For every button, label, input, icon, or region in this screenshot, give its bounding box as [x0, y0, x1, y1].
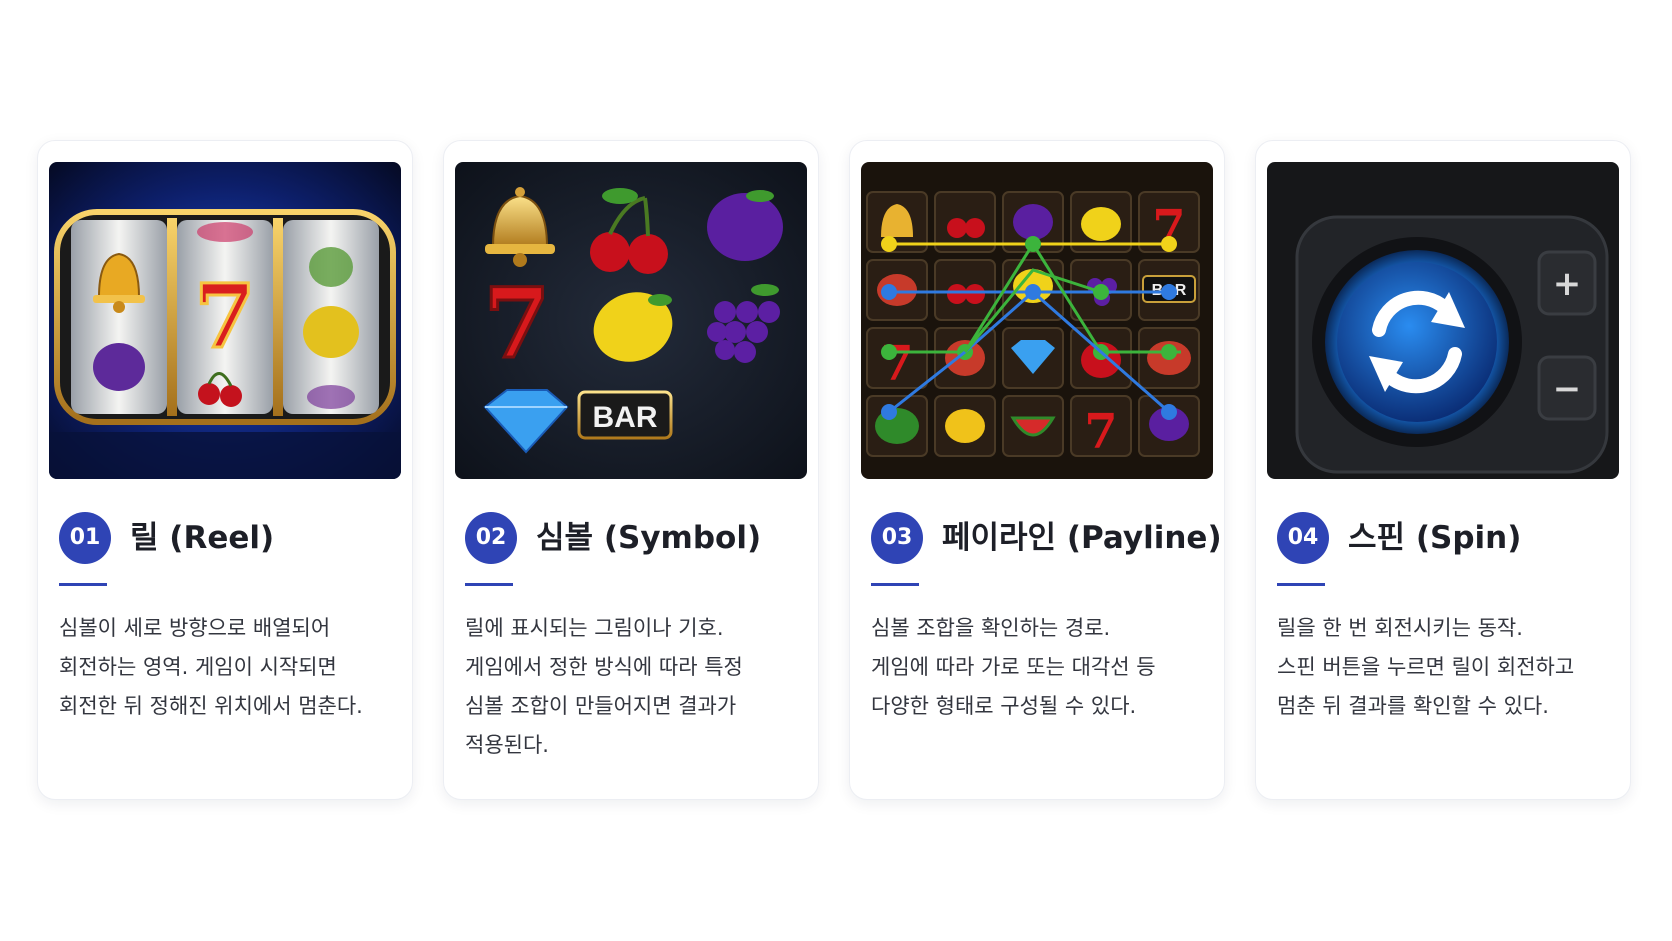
step-number-badge: 02 [465, 512, 517, 564]
description-line: 다양한 형태로 구성될 수 있다. [871, 694, 1137, 718]
payline-illustration: 7 BAR 7 7 [861, 162, 1213, 479]
bar-icon: BAR [577, 390, 673, 440]
card-description: 심볼 조합을 확인하는 경로. 게임에 따라 가로 또는 대각선 등 다양한 형… [871, 609, 1211, 726]
title-underline [1277, 583, 1325, 586]
description-line: 게임에 따라 가로 또는 대각선 등 [871, 655, 1156, 679]
card-title: 심볼 (Symbol) [536, 520, 762, 556]
slot-symbols-image: 7 BAR [455, 162, 807, 479]
card-title: 릴 (Reel) [130, 520, 275, 556]
step-number-badge: 03 [871, 512, 923, 564]
description-line: 게임에서 정한 방식에 따라 특정 [465, 655, 743, 679]
description-line: 심볼 조합을 확인하는 경로. [871, 616, 1111, 640]
card-reel: 7 01 릴 (Reel) 심볼이 세로 방향으로 배열되어 회전하는 영역. … [37, 140, 413, 800]
description-line: 심볼이 세로 방향으로 배열되어 [59, 616, 331, 640]
slot-machine-reels-image: 7 [49, 162, 401, 479]
description-line: 멈춘 뒤 결과를 확인할 수 있다. [1277, 694, 1549, 718]
svg-text:+: + [1553, 264, 1582, 304]
symbol-illustration: 7 BAR [455, 162, 807, 479]
reel-illustration: 7 [49, 162, 401, 479]
svg-text:7: 7 [1084, 404, 1117, 460]
svg-text:BAR: BAR [593, 401, 658, 434]
card-description: 릴을 한 번 회전시키는 동작. 스핀 버튼을 누르면 릴이 회전하고 멈춘 뒤… [1277, 609, 1617, 726]
description-line: 릴을 한 번 회전시키는 동작. [1277, 616, 1523, 640]
payline-grid-image: 7 BAR 7 7 [861, 162, 1213, 479]
card-description: 릴에 표시되는 그림이나 기호. 게임에서 정한 방식에 따라 특정 심볼 조합… [465, 609, 805, 765]
cards-row: 7 01 릴 (Reel) 심볼이 세로 방향으로 배열되어 회전하는 영역. … [0, 0, 1672, 941]
description-line: 릴에 표시되는 그림이나 기호. [465, 616, 724, 640]
description-line: 심볼 조합이 만들어지면 결과가 [465, 694, 737, 718]
step-number-badge: 01 [59, 512, 111, 564]
card-description: 심볼이 세로 방향으로 배열되어 회전하는 영역. 게임이 시작되면 회전한 뒤… [59, 609, 399, 726]
title-underline [59, 583, 107, 586]
title-underline [871, 583, 919, 586]
description-line: 스핀 버튼을 누르면 릴이 회전하고 [1277, 655, 1575, 679]
card-spin: + − 04 스핀 (Spin) 릴을 한 번 회전시키는 동작. 스핀 버튼을… [1255, 140, 1631, 800]
title-underline [465, 583, 513, 586]
svg-text:−: − [1553, 369, 1582, 409]
spin-button-image: + − [1267, 162, 1619, 479]
card-symbol: 7 BAR 02 심볼 (Symbol) 릴에 표시되는 그림이나 기호. 게임… [443, 140, 819, 800]
description-line: 회전한 뒤 정해진 위치에서 멈춘다. [59, 694, 363, 718]
step-number-badge: 04 [1277, 512, 1329, 564]
svg-text:7: 7 [880, 336, 913, 392]
spin-illustration: + − [1267, 162, 1619, 479]
card-title: 페이라인 (Payline) [942, 520, 1222, 556]
card-title: 스핀 (Spin) [1348, 520, 1522, 556]
svg-text:7: 7 [194, 264, 255, 368]
description-line: 적용된다. [465, 733, 549, 757]
card-payline: 7 BAR 7 7 [849, 140, 1225, 800]
seven-icon: 7 [484, 267, 551, 380]
description-line: 회전하는 영역. 게임이 시작되면 [59, 655, 337, 679]
